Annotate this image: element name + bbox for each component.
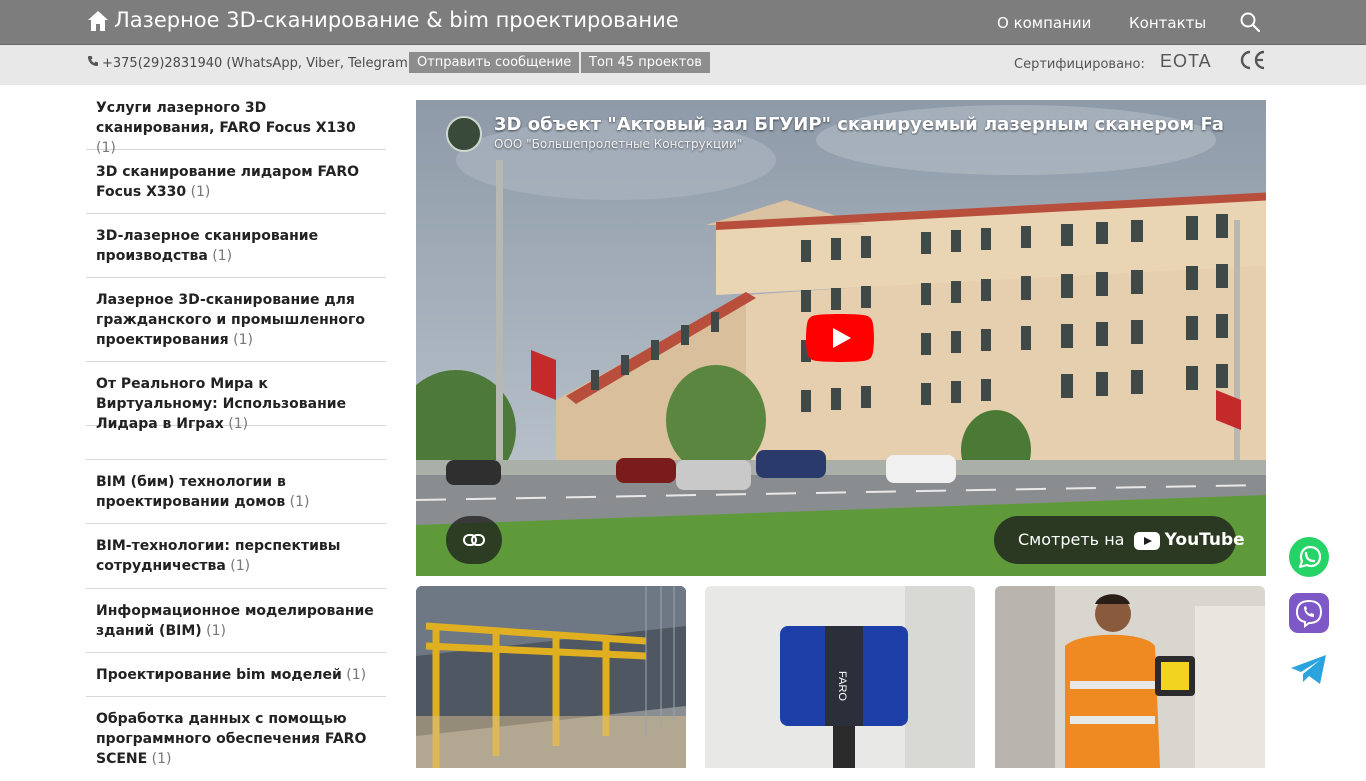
youtube-wordmark: YouTube [1164,530,1245,550]
sidebar-item-label: Информационное моделирование зданий (BIM… [96,603,374,639]
sidebar-item[interactable]: Информационное моделирование зданий (BIM… [86,589,386,653]
phone-line[interactable]: +375(29)2831940 (WhatsApp, Viber, Telegr… [87,55,413,71]
sidebar-item-count: (1) [206,623,226,639]
sidebar-item-count: (1) [228,416,249,432]
sidebar-item-count: (1) [190,184,211,200]
watch-on-youtube-button[interactable]: Смотреть на YouTube [994,516,1245,564]
play-button-icon[interactable] [806,314,874,362]
faro-scanner-thumbnail[interactable]: FARO [705,586,975,768]
top-projects-button[interactable]: Топ 45 проектов [581,52,710,73]
sidebar-item-label: Лазерное 3D-сканирование для гражданског… [96,292,365,348]
sidebar-item-label: Обработка данных с помощью программного … [96,711,367,767]
sidebar-item[interactable]: Проектирование bim моделей (1) [86,653,386,697]
site-title[interactable]: Лазерное 3D-сканирование & bim проектиро… [114,8,679,32]
home-icon[interactable] [87,10,109,32]
worker-tablet-thumbnail[interactable] [995,586,1265,768]
viber-icon[interactable] [1288,592,1330,634]
sidebar-item[interactable]: Обработка данных с помощью программного … [86,697,386,781]
top-header: Лазерное 3D-сканирование & bim проектиро… [0,0,1366,45]
sidebar-item-count: (1) [96,140,116,156]
video-channel-name[interactable]: ООО "Большепролетные Конструкции" [494,137,742,151]
youtube-logo-icon [1133,531,1160,550]
faro-brand-text: FARO [836,671,848,701]
sidebar-item[interactable]: Услуги лазерного 3D сканирования, FARO F… [86,85,386,156]
sidebar-item-count: (1) [230,558,251,574]
sidebar-item[interactable]: 3D сканирование лидаром FARO Focus X330 … [86,150,386,214]
copy-link-button[interactable] [446,516,502,564]
sidebar-item-label: 3D сканирование лидаром FARO Focus X330 [96,164,360,200]
video-title[interactable]: 3D объект "Актовый зал БГУИР" сканируемы… [494,114,1224,135]
sidebar-item-count: (1) [212,248,233,264]
sidebar-item-count: (1) [289,494,310,510]
sidebar-item-label: От Реального Мира к Виртуальному: Исполь… [96,376,347,432]
sidebar-item-count: (1) [233,332,253,348]
search-icon[interactable] [1240,12,1260,32]
channel-avatar[interactable] [446,116,482,152]
eota-logo: EOTA [1160,51,1212,71]
sidebar-item[interactable]: Лазерное 3D-сканирование для гражданског… [86,278,386,362]
send-message-button[interactable]: Отправить сообщение [409,52,580,73]
svg-text:EOTA: EOTA [1160,51,1212,71]
sidebar-item-label: Услуги лазерного 3D сканирования, FARO F… [96,100,356,136]
nav-about[interactable]: О компании [997,14,1091,32]
sidebar-item-count: (1) [151,751,172,767]
telegram-icon[interactable] [1288,648,1330,690]
faro-scanner-image: FARO [705,586,975,768]
sidebar-item[interactable]: BIM-технологии: перспективы сотрудничест… [86,524,386,589]
worker-tablet-image [995,586,1265,768]
certified-label: Сертифицировано: [1014,57,1145,72]
sidebar-item[interactable]: От Реального Мира к Виртуальному: Исполь… [86,362,386,432]
phone-number[interactable]: +375(29)2831940 (WhatsApp, Viber, Telegr… [102,56,413,71]
nav-contacts[interactable]: Контакты [1129,14,1206,32]
sidebar-item-label: BIM (бим) технологии в проектировании до… [96,474,286,510]
warehouse-thumbnail[interactable] [416,586,686,768]
sidebar-item-label: 3D-лазерное сканирование производства [96,228,319,264]
watch-on-label: Смотреть на [1018,530,1125,549]
sidebar-item-label: Проектирование bim моделей [96,667,342,683]
warehouse-image [416,586,686,768]
sidebar-item[interactable]: 3D-лазерное сканирование производства (1… [86,214,386,278]
category-sidebar: Услуги лазерного 3D сканирования, FARO F… [86,85,386,781]
youtube-video-embed[interactable]: 3D объект "Актовый зал БГУИР" сканируемы… [416,100,1266,576]
sidebar-item-label: BIM-технологии: перспективы сотрудничест… [96,538,341,574]
whatsapp-icon[interactable] [1288,536,1330,578]
sidebar-item[interactable]: BIM (бим) технологии в проектировании до… [86,460,386,524]
link-icon [463,534,485,546]
ce-logo [1240,50,1265,70]
sidebar-item-count: (1) [346,667,367,683]
phone-icon [88,56,98,66]
